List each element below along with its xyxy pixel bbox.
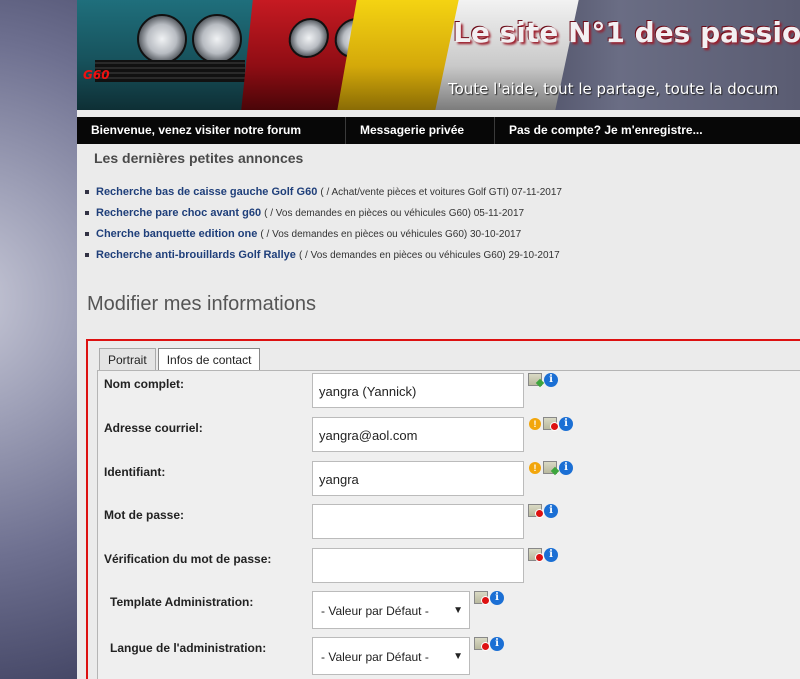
chevron-down-icon: ▼ — [453, 605, 463, 616]
announcement-link[interactable]: Recherche bas de caisse gauche Golf G60 — [96, 186, 317, 198]
announcement-meta: ( / Achat/vente pièces et voitures Golf … — [320, 187, 562, 198]
password-confirm-field[interactable] — [312, 548, 524, 583]
full-name-icons: i — [528, 373, 558, 387]
admin-language-label: Langue de l'administration: — [110, 641, 267, 655]
restricted-icon[interactable] — [474, 591, 490, 605]
email-icons: ! i — [529, 417, 573, 431]
announcement-link[interactable]: Recherche anti-brouillards Golf Rallye — [96, 249, 296, 261]
car-badge: G60 — [83, 68, 110, 82]
edit-icon[interactable] — [543, 461, 557, 474]
announcement-link[interactable]: Recherche pare choc avant g60 — [96, 207, 261, 219]
contact-info-panel: Nom complet: yangra (Yannick) i Adresse … — [97, 370, 800, 679]
header-banner: G60 Le site N°1 des passio Toute l'aide,… — [77, 0, 800, 110]
info-icon[interactable]: i — [544, 548, 558, 562]
warning-icon[interactable]: ! — [529, 418, 541, 430]
main-nav: Bienvenue, venez visiter notre forum Mes… — [77, 117, 800, 144]
info-icon[interactable]: i — [559, 461, 573, 475]
admin-template-icons: i — [474, 591, 504, 605]
announcement-meta: ( / Vos demandes en pièces ou véhicules … — [260, 229, 522, 240]
announcement-link[interactable]: Cherche banquette edition one — [96, 228, 257, 240]
row-admin-language: Langue de l'administration: - Valeur par… — [98, 637, 798, 677]
row-password: Mot de passe: i — [98, 504, 798, 544]
chevron-down-icon: ▼ — [453, 651, 463, 662]
info-icon[interactable]: i — [544, 373, 558, 387]
password-icons: i — [528, 504, 558, 518]
username-icons: ! i — [529, 461, 573, 475]
admin-template-value: - Valeur par Défaut - — [321, 604, 429, 618]
edit-profile-form: Portrait Infos de contact Nom complet: y… — [86, 339, 800, 679]
list-item: Recherche bas de caisse gauche Golf G60 … — [85, 182, 562, 203]
email-label: Adresse courriel: — [104, 421, 203, 435]
headlight-icon — [192, 14, 242, 64]
username-label: Identifiant: — [104, 465, 166, 479]
restricted-icon[interactable] — [543, 417, 559, 431]
bullet-icon — [85, 211, 89, 216]
row-username: Identifiant: yangra ! i — [98, 461, 798, 501]
list-item: Recherche anti-brouillards Golf Rallye (… — [85, 245, 562, 266]
nav-item-forum[interactable]: Bienvenue, venez visiter notre forum — [77, 117, 346, 144]
headlight-icon — [286, 18, 331, 58]
announcement-meta: ( / Vos demandes en pièces ou véhicules … — [298, 250, 560, 261]
site-tagline: Toute l'aide, tout le partage, toute la … — [448, 80, 779, 98]
info-icon[interactable]: i — [490, 591, 504, 605]
row-email: Adresse courriel: yangra@aol.com ! i — [98, 417, 798, 457]
username-field[interactable]: yangra — [312, 461, 524, 496]
email-field[interactable]: yangra@aol.com — [312, 417, 524, 452]
page: G60 Le site N°1 des passio Toute l'aide,… — [77, 0, 800, 679]
headlight-icon — [137, 14, 187, 64]
admin-language-icons: i — [474, 637, 504, 651]
announcements-title: Les dernières petites annonces — [94, 150, 304, 166]
list-item: Cherche banquette edition one ( / Vos de… — [85, 224, 562, 245]
full-name-field[interactable]: yangra (Yannick) — [312, 373, 524, 408]
bullet-icon — [85, 232, 89, 237]
edit-icon[interactable] — [528, 373, 542, 386]
bullet-icon — [85, 253, 89, 258]
password-field[interactable] — [312, 504, 524, 539]
warning-icon[interactable]: ! — [529, 462, 541, 474]
restricted-icon[interactable] — [474, 637, 490, 651]
admin-template-select[interactable]: - Valeur par Défaut - ▼ — [312, 591, 470, 629]
password-label: Mot de passe: — [104, 508, 185, 522]
password-confirm-label: Vérification du mot de passe: — [104, 552, 272, 566]
password-confirm-icons: i — [528, 548, 558, 562]
banner-car-teal: G60 — [77, 0, 267, 110]
nav-item-messages[interactable]: Messagerie privée — [346, 117, 495, 144]
site-title: Le site N°1 des passio — [453, 16, 800, 49]
info-icon[interactable]: i — [559, 417, 573, 431]
row-full-name: Nom complet: yangra (Yannick) i — [98, 373, 798, 413]
nav-item-register[interactable]: Pas de compte? Je m'enregistre... — [495, 117, 717, 144]
list-item: Recherche pare choc avant g60 ( / Vos de… — [85, 203, 562, 224]
grille — [95, 60, 245, 82]
form-heading: Modifier mes informations — [87, 293, 316, 315]
row-admin-template: Template Administration: - Valeur par Dé… — [98, 591, 798, 631]
tab-portrait[interactable]: Portrait — [99, 348, 156, 371]
admin-language-select[interactable]: - Valeur par Défaut - ▼ — [312, 637, 470, 675]
admin-language-value: - Valeur par Défaut - — [321, 650, 429, 664]
announcement-meta: ( / Vos demandes en pièces ou véhicules … — [264, 208, 525, 219]
full-name-label: Nom complet: — [104, 377, 185, 391]
info-icon[interactable]: i — [544, 504, 558, 518]
restricted-icon[interactable] — [528, 504, 544, 518]
admin-template-label: Template Administration: — [110, 595, 254, 609]
row-password-confirm: Vérification du mot de passe: i — [98, 548, 798, 588]
form-tabs: Portrait Infos de contact — [99, 348, 262, 371]
info-icon[interactable]: i — [490, 637, 504, 651]
restricted-icon[interactable] — [528, 548, 544, 562]
bullet-icon — [85, 190, 89, 195]
tab-contact-info[interactable]: Infos de contact — [157, 348, 261, 371]
announcements-list: Recherche bas de caisse gauche Golf G60 … — [85, 182, 562, 266]
